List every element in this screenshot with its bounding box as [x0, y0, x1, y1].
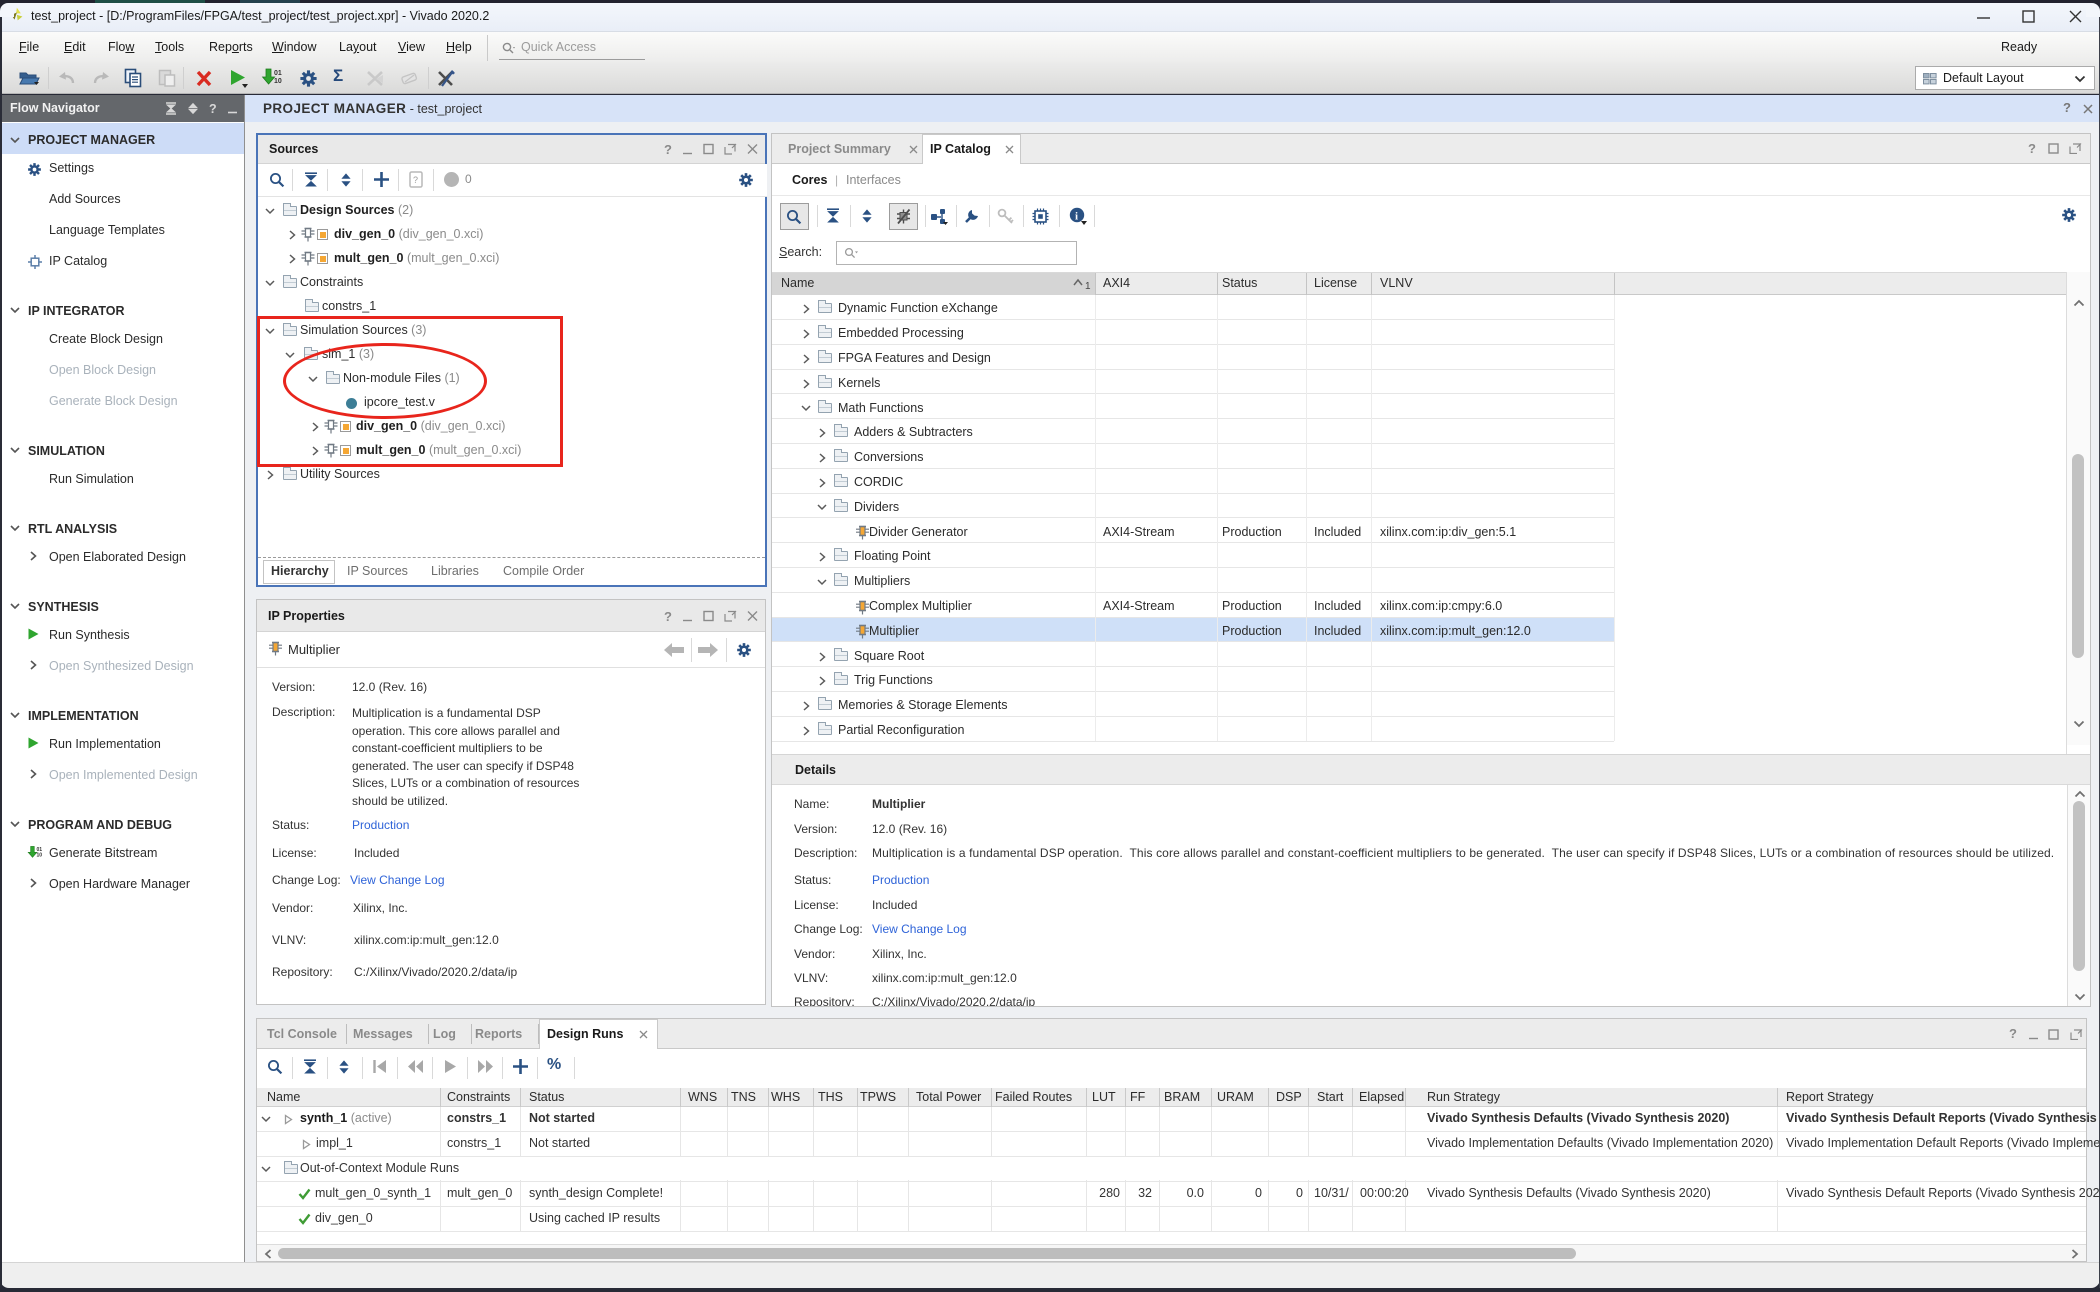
svg-text:?: ? — [209, 102, 217, 115]
svg-text:i: i — [1075, 211, 1078, 223]
svg-text:?: ? — [413, 175, 418, 185]
svg-text:01: 01 — [36, 847, 42, 853]
svg-text:01: 01 — [274, 70, 282, 77]
svg-text:10: 10 — [36, 853, 42, 859]
svg-text:1: 1 — [1085, 281, 1091, 290]
svg-text:10: 10 — [274, 78, 282, 85]
